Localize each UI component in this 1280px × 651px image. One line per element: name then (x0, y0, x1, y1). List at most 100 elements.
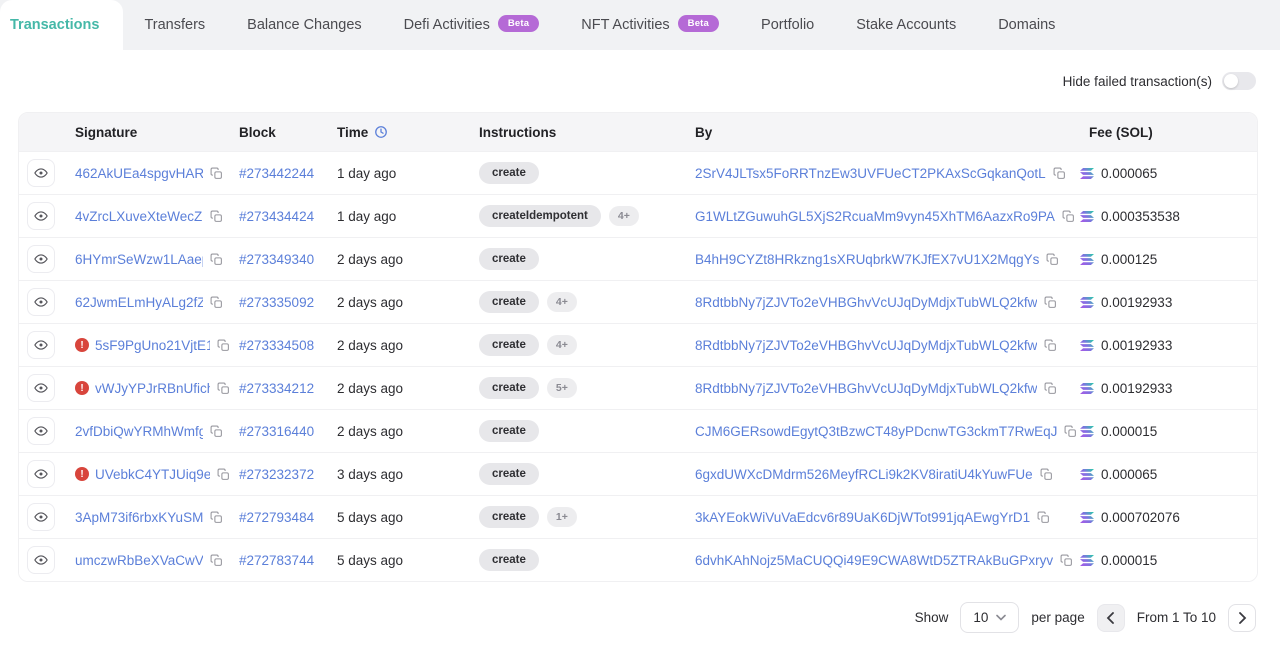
copy-icon[interactable] (1062, 210, 1075, 223)
block-link[interactable]: #273316440 (239, 424, 314, 439)
by-address-link[interactable]: 3kAYEokWiVuVaEdcv6r89UaK6DjWTot991jqAEwg… (695, 510, 1030, 525)
eye-button[interactable] (27, 202, 55, 230)
copy-icon[interactable] (210, 253, 223, 266)
tab-transfers[interactable]: Transfers (123, 0, 226, 50)
copy-icon[interactable] (1037, 511, 1050, 524)
copy-icon[interactable] (1044, 382, 1057, 395)
copy-icon[interactable] (210, 511, 223, 524)
by-address-link[interactable]: CJM6GERsowdEgytQ3tBzwCT48yPDcnwTG3ckmT7R… (695, 424, 1057, 439)
time-value: 5 days ago (337, 510, 403, 525)
header-block: Block (230, 125, 328, 140)
block-link[interactable]: #273334508 (239, 338, 314, 353)
copy-icon[interactable] (1040, 468, 1053, 481)
copy-icon[interactable] (210, 210, 223, 223)
page-range-label: From 1 To 10 (1137, 610, 1216, 625)
solana-icon (1080, 340, 1094, 351)
signature-link[interactable]: 2vfDbiQwYRMhWmfgdN... (75, 424, 203, 439)
signature-cell: ! UVebkC4YTJUiq9ePR... (66, 467, 230, 482)
copy-icon[interactable] (217, 468, 230, 481)
tab-nft-activities[interactable]: NFT Activities Beta (560, 0, 740, 50)
tab-transactions[interactable]: Transactions (0, 0, 123, 50)
copy-icon[interactable] (1044, 339, 1057, 352)
block-link[interactable]: #272783744 (239, 553, 314, 568)
copy-icon[interactable] (210, 425, 223, 438)
time-value: 2 days ago (337, 338, 403, 353)
next-page-button[interactable] (1228, 604, 1256, 632)
block-link[interactable]: #272793484 (239, 510, 314, 525)
block-link[interactable]: #273434424 (239, 209, 314, 224)
signature-link[interactable]: 5sF9PgUno21VjtE16... (95, 338, 210, 353)
tab-label: Domains (998, 17, 1055, 33)
tab-label: Transfers (144, 17, 205, 33)
tab-domains[interactable]: Domains (977, 0, 1076, 50)
block-link[interactable]: #273335092 (239, 295, 314, 310)
tab-balance-changes[interactable]: Balance Changes (226, 0, 382, 50)
eye-button[interactable] (27, 245, 55, 273)
eye-button[interactable] (27, 417, 55, 445)
copy-icon[interactable] (210, 167, 223, 180)
block-cell: #273334212 (230, 381, 328, 396)
prev-page-button[interactable] (1097, 604, 1125, 632)
copy-icon[interactable] (210, 554, 223, 567)
eye-button[interactable] (27, 288, 55, 316)
block-link[interactable]: #273334212 (239, 381, 314, 396)
hide-failed-toggle[interactable] (1222, 72, 1256, 90)
clock-icon[interactable] (374, 125, 388, 139)
copy-icon[interactable] (210, 296, 223, 309)
by-address-link[interactable]: 2SrV4JLTsx5FoRRTnzEw3UVFUeCT2PKAxScGqkan… (695, 166, 1046, 181)
transactions-table: Signature Block Time Instructions By Fee… (18, 112, 1258, 582)
block-link[interactable]: #273349340 (239, 252, 314, 267)
copy-icon[interactable] (1044, 296, 1057, 309)
solana-icon (1080, 469, 1094, 480)
signature-cell: ! 5sF9PgUno21VjtE16... (66, 338, 230, 353)
signature-link[interactable]: 4vZrcLXuveXteWecZpJ7... (75, 209, 203, 224)
copy-icon[interactable] (1046, 253, 1059, 266)
copy-icon[interactable] (217, 339, 230, 352)
signature-link[interactable]: umczwRbBeXVaCwVa16... (75, 553, 203, 568)
tab-stake-accounts[interactable]: Stake Accounts (835, 0, 977, 50)
by-address-link[interactable]: 6gxdUWXcDMdrm526MeyfRCLi9k2KV8iratiU4kYu… (695, 467, 1033, 482)
time-cell: 2 days ago (328, 381, 470, 396)
eye-button[interactable] (27, 460, 55, 488)
tab-defi-activities[interactable]: Defi Activities Beta (383, 0, 561, 50)
instruction-count-badge: 5+ (547, 378, 577, 398)
header-time[interactable]: Time (328, 125, 470, 140)
by-address-link[interactable]: G1WLtZGuwuhGL5XjS2RcuaMm9vyn45XhTM6AazxR… (695, 209, 1055, 224)
signature-link[interactable]: 462AkUEa4spgvHAR5gn... (75, 166, 203, 181)
by-address-link[interactable]: B4hH9CYZt8HRkzng1sXRUqbrkW7KJfEX7vU1X2Mq… (695, 252, 1039, 267)
signature-link[interactable]: vWJyYPJrRBnUfichu7... (95, 381, 210, 396)
fee-cell: 0.000353538 (1080, 209, 1257, 224)
copy-icon[interactable] (1064, 425, 1077, 438)
instruction-badge: createIdempotent (479, 205, 601, 227)
copy-icon[interactable] (1060, 554, 1073, 567)
block-link[interactable]: #273232372 (239, 467, 314, 482)
tab-portfolio[interactable]: Portfolio (740, 0, 835, 50)
by-address-link[interactable]: 8RdtbbNy7jZJVTo2eVHBGhvVcUJqDyMdjxTubWLQ… (695, 295, 1037, 310)
time-value: 1 day ago (337, 166, 396, 181)
fee-value: 0.00192933 (1101, 338, 1172, 353)
eye-button[interactable] (27, 159, 55, 187)
eye-button[interactable] (27, 374, 55, 402)
eye-button[interactable] (27, 546, 55, 574)
header-time-label: Time (337, 125, 368, 140)
signature-cell: 462AkUEa4spgvHAR5gn... (66, 166, 230, 181)
by-address-link[interactable]: 6dvhKAhNojz5MaCUQQi49E9CWA8WtD5ZTRAkBuGP… (695, 553, 1053, 568)
beta-badge: Beta (498, 15, 539, 32)
controls-row: Hide failed transaction(s) (0, 50, 1280, 102)
signature-link[interactable]: UVebkC4YTJUiq9ePR... (95, 467, 210, 482)
by-address-link[interactable]: 8RdtbbNy7jZJVTo2eVHBGhvVcUJqDyMdjxTubWLQ… (695, 381, 1037, 396)
copy-icon[interactable] (1053, 167, 1066, 180)
fee-value: 0.00192933 (1101, 381, 1172, 396)
eye-button[interactable] (27, 331, 55, 359)
by-cell: 3kAYEokWiVuVaEdcv6r89UaK6DjWTot991jqAEwg… (686, 510, 1080, 525)
eye-button[interactable] (27, 503, 55, 531)
fee-cell: 0.000065 (1080, 166, 1257, 181)
page-size-select[interactable]: 10 (960, 602, 1019, 633)
copy-icon[interactable] (217, 382, 230, 395)
signature-link[interactable]: 62JwmELmHyALg2fZw... (75, 295, 203, 310)
signature-link[interactable]: 3ApM73if6rbxKYuSMfryi... (75, 510, 203, 525)
block-link[interactable]: #273442244 (239, 166, 314, 181)
by-address-link[interactable]: 8RdtbbNy7jZJVTo2eVHBGhvVcUJqDyMdjxTubWLQ… (695, 338, 1037, 353)
signature-link[interactable]: 6HYmrSeWzw1LAaepAL... (75, 252, 203, 267)
toggle-knob (1224, 74, 1238, 88)
